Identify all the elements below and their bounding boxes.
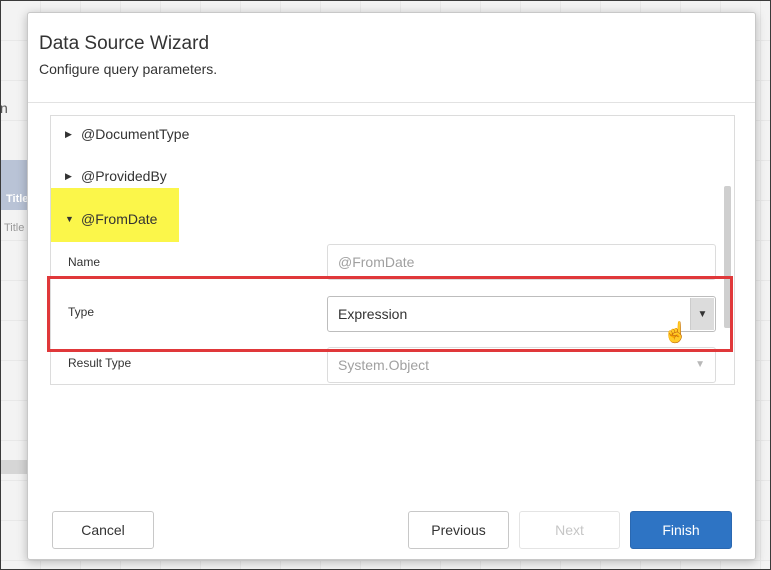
- result-type-select[interactable]: System.Object ▼: [327, 347, 716, 383]
- background-band-title: Title: [6, 193, 29, 205]
- result-type-value: System.Object: [338, 357, 430, 373]
- header-divider: [28, 102, 755, 103]
- parameter-provided-by[interactable]: ▶ @ProvidedBy: [65, 168, 167, 184]
- parameter-from-date[interactable]: ▼ @FromDate: [65, 211, 157, 227]
- dialog-subtitle: Configure query parameters.: [39, 61, 218, 77]
- result-type-label: Result Type: [68, 356, 132, 370]
- background-header-fragment: n: [0, 100, 8, 116]
- next-button[interactable]: Next: [519, 511, 620, 549]
- parameter-name: @ProvidedBy: [81, 168, 167, 184]
- triangle-right-icon: ▶: [65, 128, 72, 139]
- caret-down-icon: ▼: [695, 359, 705, 370]
- triangle-down-icon: ▼: [65, 214, 74, 224]
- parameter-document-type[interactable]: ▶ @DocumentType: [65, 126, 189, 142]
- hand-pointer-icon: ☝: [663, 322, 688, 344]
- cancel-button[interactable]: Cancel: [52, 511, 154, 549]
- parameter-name: @FromDate: [81, 211, 158, 227]
- background-band-title-secondary: Title: [4, 222, 25, 234]
- name-field[interactable]: @FromDate: [327, 244, 716, 280]
- dialog-title: Data Source Wizard: [39, 33, 210, 54]
- background-strip: [0, 460, 30, 474]
- finish-button[interactable]: Finish: [630, 511, 732, 549]
- annotation-highlight-box: [47, 276, 733, 352]
- parameter-name: @DocumentType: [81, 126, 190, 142]
- previous-button[interactable]: Previous: [408, 511, 509, 549]
- triangle-right-icon: ▶: [65, 170, 72, 181]
- name-label: Name: [68, 255, 101, 269]
